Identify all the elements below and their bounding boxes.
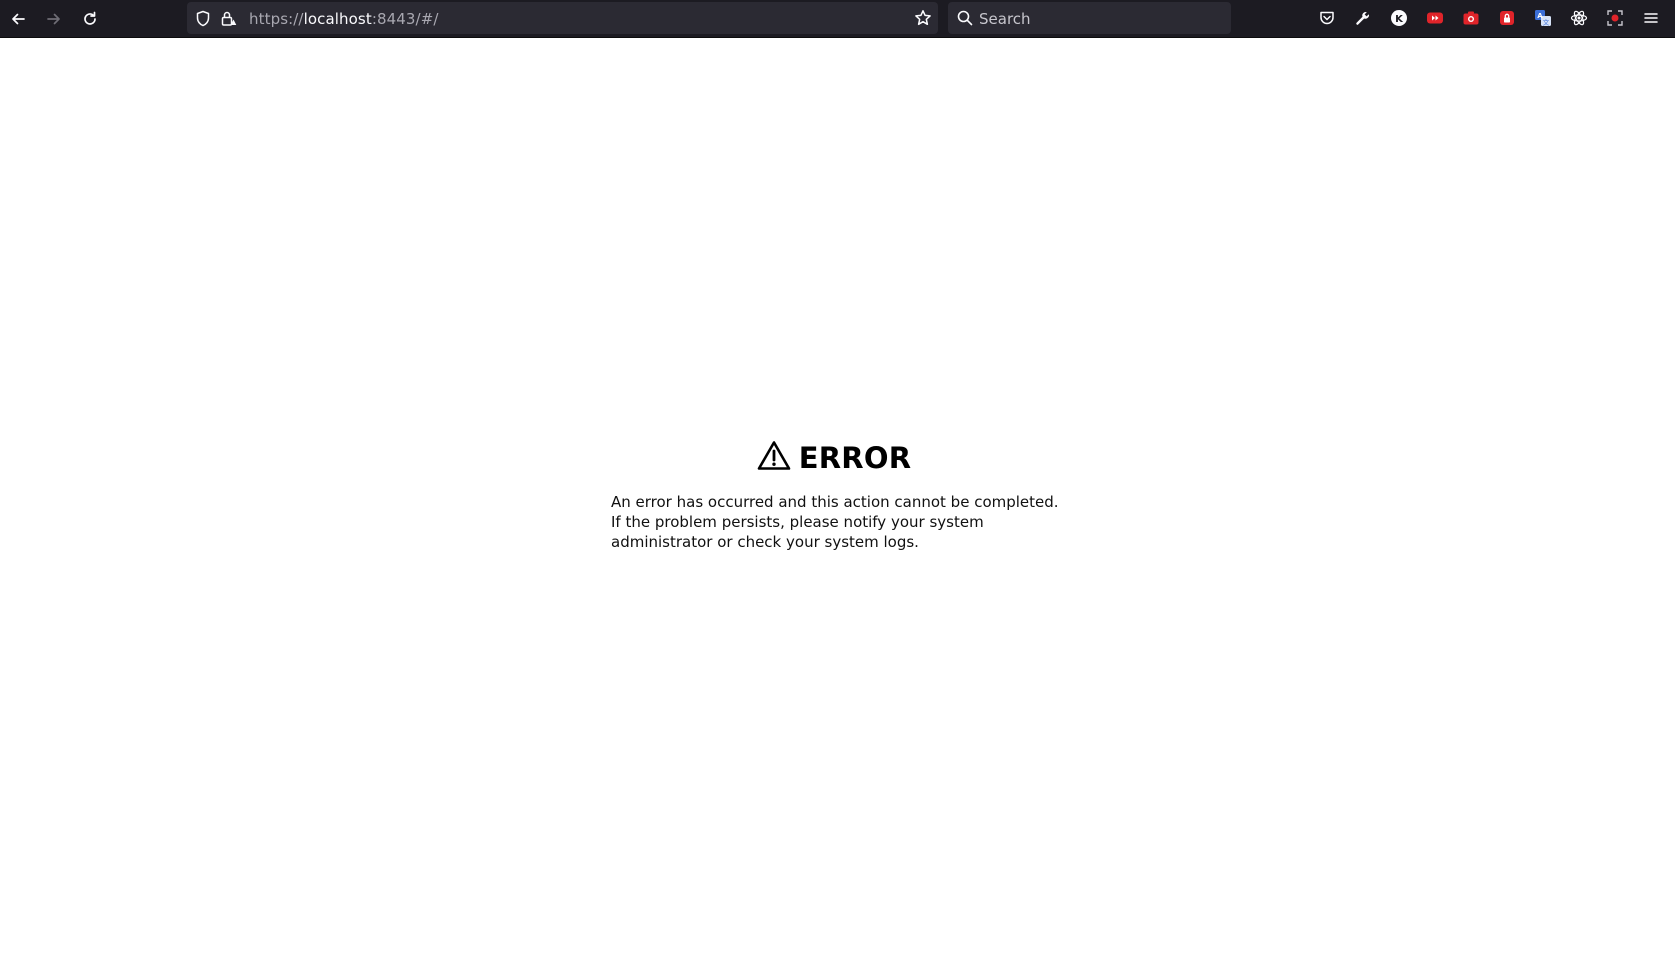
screen-record-icon[interactable] [1605,8,1625,28]
youtube-icon[interactable] [1425,8,1445,28]
pocket-icon[interactable] [1317,8,1337,28]
search-placeholder: Search [979,10,1031,28]
url-bar[interactable]: https://localhost:8443/#/ [187,2,938,34]
svg-text:文: 文 [1543,18,1550,27]
url-host: localhost [303,10,372,28]
bookmark-star-icon[interactable] [914,9,932,32]
error-panel: ERROR An error has occurred and this act… [611,440,1061,567]
arrow-left-icon [12,13,25,25]
translate-icon[interactable]: A文 [1533,8,1553,28]
warning-triangle-icon [757,440,791,476]
url-text[interactable]: https://localhost:8443/#/ [249,10,439,28]
back-button[interactable] [4,5,32,33]
error-heading: ERROR [607,440,1061,476]
camera-icon[interactable] [1461,8,1481,28]
hamburger-menu-icon[interactable] [1641,8,1661,28]
lock-warning-icon[interactable] [220,10,238,32]
k-extension-icon[interactable]: K [1389,8,1409,28]
reload-button[interactable] [76,5,104,33]
search-icon [957,10,973,31]
red-lock-icon[interactable] [1497,8,1517,28]
url-path: :8443/#/ [371,10,439,28]
arrow-right-icon [47,13,60,25]
url-scheme: https:// [249,10,304,28]
tracking-protection-shield-icon[interactable] [195,10,211,32]
forward-button[interactable] [40,5,68,33]
react-devtools-icon[interactable] [1569,8,1589,28]
wrench-icon[interactable] [1353,8,1373,28]
search-bar[interactable]: Search [948,2,1231,34]
svg-text:K: K [1395,14,1404,25]
browser-toolbar: https://localhost:8443/#/ Search K A文 [0,0,1675,38]
error-message: An error has occurred and this action ca… [611,493,1059,551]
error-title: ERROR [798,441,912,475]
reload-icon [84,11,96,25]
